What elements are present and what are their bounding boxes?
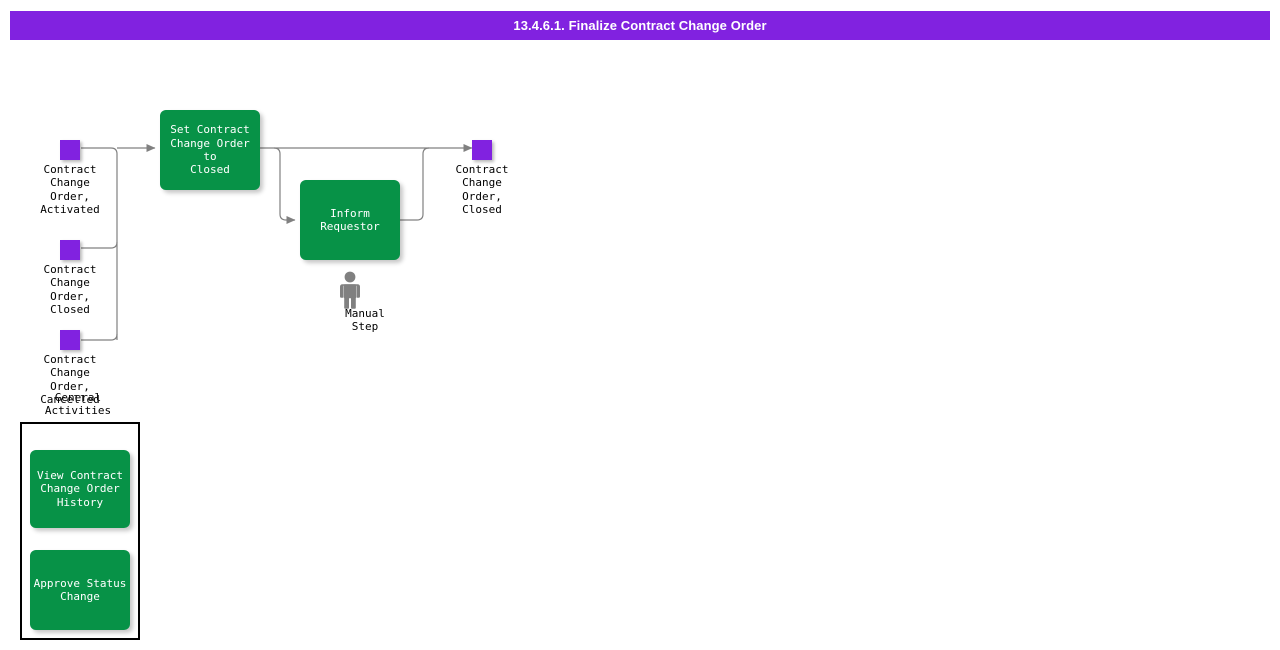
activity-approve-status-change[interactable]: Approve Status Change bbox=[30, 550, 130, 630]
activity-label: Approve Status Change bbox=[33, 576, 127, 603]
event-square-icon bbox=[60, 140, 80, 160]
edge-closed-start-to-merge bbox=[81, 241, 118, 249]
event-square-icon bbox=[60, 240, 80, 260]
event-label: Contract Change Order, Closed bbox=[43, 263, 97, 316]
page-title: 13.4.6.1. Finalize Contract Change Order bbox=[10, 11, 1270, 40]
connector-layer bbox=[81, 144, 473, 341]
activity-label: Set Contract Change Order to Closed bbox=[170, 123, 250, 177]
event-label: Contract Change Order, Activated bbox=[40, 163, 100, 216]
edge-branch-to-inform-requestor bbox=[273, 147, 296, 224]
activity-set-contract-change-order-to-closed[interactable]: Set Contract Change Order to Closed bbox=[160, 110, 260, 190]
edge-activated-to-set-closed bbox=[81, 147, 118, 155]
activity-inform-requestor[interactable]: Inform Requestor bbox=[300, 180, 400, 260]
event-label: Contract Change Order, Closed bbox=[455, 163, 509, 216]
person-icon bbox=[340, 271, 360, 309]
event-square-icon bbox=[60, 330, 80, 350]
general-activities-label: General Activities bbox=[44, 391, 112, 418]
diagram-canvas: 13.4.6.1. Finalize Contract Change Order bbox=[0, 0, 1280, 650]
activity-view-contract-change-order-history[interactable]: View Contract Change Order History bbox=[30, 450, 130, 528]
manual-step-label: Manual Step bbox=[345, 307, 385, 334]
activity-label: View Contract Change Order History bbox=[36, 469, 124, 509]
event-square-icon bbox=[472, 140, 492, 160]
edge-cancelled-to-merge bbox=[81, 333, 118, 341]
activity-label: Inform Requestor bbox=[320, 206, 380, 233]
